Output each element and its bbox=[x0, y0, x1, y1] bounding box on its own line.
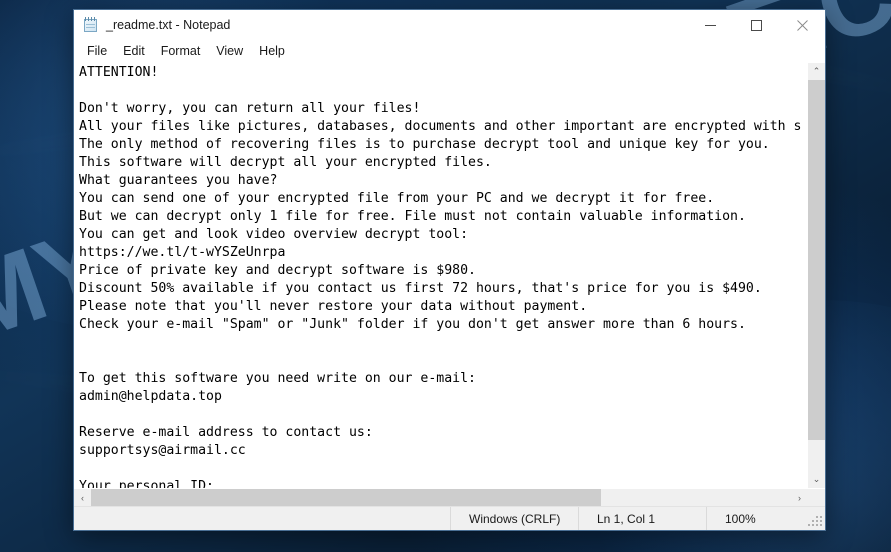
window-title: _readme.txt - Notepad bbox=[106, 18, 231, 32]
window-controls bbox=[687, 10, 825, 40]
horizontal-scrollbar[interactable]: ‹ › bbox=[74, 489, 808, 506]
status-zoom-label: 100% bbox=[725, 511, 756, 526]
status-bar-spacer bbox=[74, 507, 451, 530]
scrollbar-corner bbox=[808, 489, 825, 506]
editor-area: ATTENTION! Don't worry, you can return a… bbox=[74, 62, 825, 488]
minimize-icon bbox=[704, 24, 716, 26]
notepad-window: _readme.txt - Notepad File Edit Format V… bbox=[73, 9, 826, 531]
status-bar: Windows (CRLF) Ln 1, Col 1 100% bbox=[74, 506, 825, 530]
scroll-right-arrow-icon[interactable]: › bbox=[791, 489, 808, 506]
status-cursor-position: Ln 1, Col 1 bbox=[579, 507, 707, 530]
text-editor[interactable]: ATTENTION! Don't worry, you can return a… bbox=[74, 63, 807, 488]
title-bar[interactable]: _readme.txt - Notepad bbox=[74, 10, 825, 40]
horizontal-scrollbar-row: ‹ › bbox=[74, 488, 825, 506]
menu-item-view[interactable]: View bbox=[208, 42, 251, 60]
menu-item-file[interactable]: File bbox=[79, 42, 115, 60]
menu-bar: File Edit Format View Help bbox=[74, 40, 825, 62]
scroll-up-arrow-icon[interactable]: ⌃ bbox=[808, 63, 825, 80]
menu-item-format[interactable]: Format bbox=[153, 42, 209, 60]
notepad-icon bbox=[83, 17, 99, 33]
horizontal-scrollbar-thumb[interactable] bbox=[91, 489, 601, 506]
close-button[interactable] bbox=[779, 10, 825, 40]
menu-item-help[interactable]: Help bbox=[251, 42, 293, 60]
vertical-scrollbar[interactable]: ⌃ ⌄ bbox=[807, 63, 825, 488]
ransom-note-text: ATTENTION! Don't worry, you can return a… bbox=[79, 65, 802, 488]
status-zoom-level: 100% bbox=[707, 507, 825, 530]
vertical-scrollbar-thumb[interactable] bbox=[808, 80, 825, 440]
menu-item-edit[interactable]: Edit bbox=[115, 42, 153, 60]
maximize-icon bbox=[750, 19, 762, 31]
resize-grip[interactable] bbox=[807, 513, 823, 529]
scroll-left-arrow-icon[interactable]: ‹ bbox=[74, 489, 91, 506]
scroll-down-arrow-icon[interactable]: ⌄ bbox=[808, 471, 825, 488]
close-icon bbox=[796, 19, 808, 31]
status-encoding: Windows (CRLF) bbox=[451, 507, 579, 530]
maximize-button[interactable] bbox=[733, 10, 779, 40]
minimize-button[interactable] bbox=[687, 10, 733, 40]
